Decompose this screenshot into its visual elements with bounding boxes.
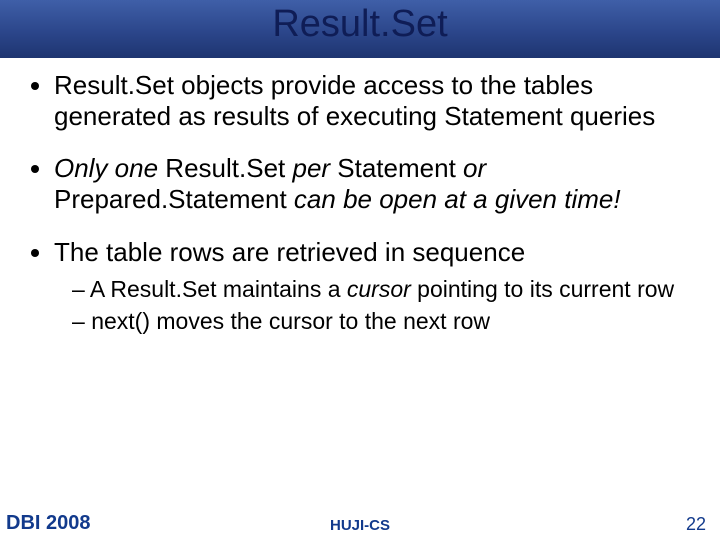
text-run: A Result.Set maintains a [90,276,347,302]
text-run: or [463,153,486,183]
text-run: Prepared.Statement [54,184,294,214]
sub-bullet-item: A Result.Set maintains a cursor pointing… [72,275,694,303]
footer: DBI 2008 HUJI-CS 22 [0,510,720,540]
text-run: next() moves the cursor to the next row [91,308,490,334]
title-bar: Result.Set [0,0,720,58]
sub-bullet-item: next() moves the cursor to the next row [72,307,694,335]
text-run: pointing to its current row [411,276,674,302]
text-run: can be open at a given time! [294,184,621,214]
text-run: per [292,153,330,183]
text-run: Only one [54,153,158,183]
text-run: Statement [330,153,463,183]
text-run: Result.Set [158,153,292,183]
footer-center: HUJI-CS [0,517,720,534]
bullet-item: Only one Result.Set per Statement or Pre… [54,153,694,214]
text-run: The table rows are retrieved in sequence [54,237,525,267]
text-run: Result.Set objects provide access to the… [54,70,655,131]
footer-page-number: 22 [686,514,706,535]
bullet-item: The table rows are retrieved in sequence… [54,237,694,336]
slide-title: Result.Set [0,3,720,46]
bullet-list: Result.Set objects provide access to the… [26,70,694,335]
slide: Result.Set Result.Set objects provide ac… [0,0,720,540]
text-run: cursor [347,276,411,302]
sub-bullet-list: A Result.Set maintains a cursor pointing… [54,275,694,335]
slide-body: Result.Set objects provide access to the… [0,58,720,540]
bullet-item: Result.Set objects provide access to the… [54,70,694,131]
